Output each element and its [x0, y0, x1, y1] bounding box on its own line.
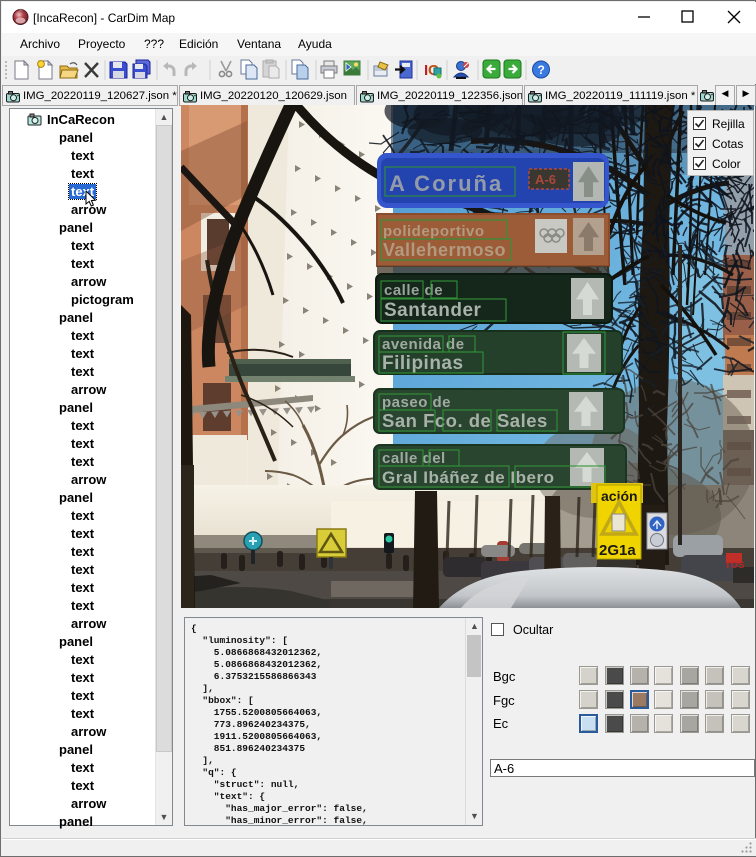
svg-text:A Coruña: A Coruña [389, 171, 503, 196]
svg-text:Vallehermoso: Vallehermoso [383, 240, 506, 260]
svg-text:?: ? [538, 63, 545, 77]
svg-text:polideportivo: polideportivo [383, 223, 485, 240]
svg-text:Filipinas: Filipinas [382, 353, 464, 374]
svg-text:San Fco. de Sales: San Fco. de Sales [382, 410, 548, 431]
svg-text:A-6: A-6 [535, 172, 556, 187]
svg-text:calle de: calle de [384, 282, 443, 299]
svg-text:Gral Ibáñez de Ibero: Gral Ibáñez de Ibero [382, 468, 555, 487]
svg-text:paseo de: paseo de [382, 394, 451, 411]
svg-text:ros: ros [726, 557, 745, 571]
svg-text:avenida de: avenida de [382, 336, 465, 353]
svg-text:Santander: Santander [384, 300, 482, 321]
svg-text:calle del: calle del [382, 450, 446, 467]
svg-text:2G1a: 2G1a [599, 542, 636, 559]
